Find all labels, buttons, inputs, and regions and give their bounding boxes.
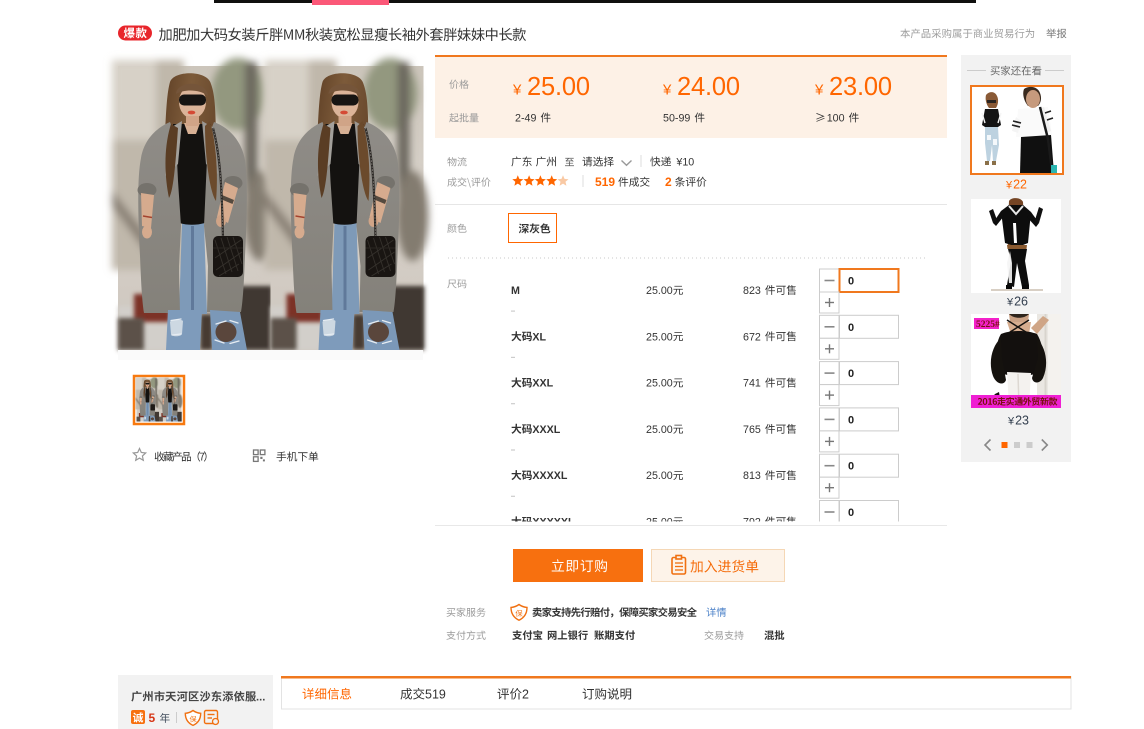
svg-text:741: 741 — [743, 378, 761, 390]
svg-text:2-49: 2-49 — [515, 113, 536, 125]
svg-text:2: 2 — [665, 175, 672, 189]
svg-text:2: 2 — [522, 688, 529, 702]
svg-text:¥: ¥ — [1007, 416, 1015, 428]
svg-text:0: 0 — [848, 368, 854, 380]
svg-text:¥: ¥ — [662, 82, 672, 99]
svg-text:0: 0 — [848, 461, 854, 473]
svg-text:XL: XL — [532, 331, 546, 343]
svg-text:50-99: 50-99 — [663, 113, 690, 125]
svg-text:23: 23 — [1015, 414, 1029, 428]
svg-text:0: 0 — [848, 322, 854, 334]
svg-text:823: 823 — [743, 285, 761, 297]
svg-text:5: 5 — [149, 711, 156, 725]
svg-text:0: 0 — [848, 507, 854, 519]
svg-text:¥: ¥ — [512, 82, 522, 99]
svg-text:¥: ¥ — [1006, 297, 1014, 309]
svg-text:672: 672 — [743, 331, 761, 343]
svg-text:519: 519 — [595, 175, 615, 189]
svg-text:10: 10 — [682, 157, 694, 169]
svg-text:¥: ¥ — [675, 157, 682, 169]
svg-text:100: 100 — [827, 113, 845, 125]
svg-text:25.00: 25.00 — [646, 470, 673, 482]
svg-text:519: 519 — [425, 688, 446, 702]
svg-text:XXXL: XXXL — [532, 424, 560, 436]
svg-text:XXXXL: XXXXL — [532, 470, 568, 482]
svg-text:25.00: 25.00 — [646, 331, 673, 343]
svg-text:0: 0 — [848, 414, 854, 426]
svg-text:25.00: 25.00 — [527, 73, 590, 101]
svg-text:765: 765 — [743, 424, 761, 436]
svg-text:¥: ¥ — [814, 82, 824, 99]
svg-text:25.00: 25.00 — [646, 285, 673, 297]
svg-text:24.00: 24.00 — [677, 73, 740, 101]
svg-text:M: M — [511, 285, 520, 297]
svg-text:...: ... — [256, 692, 265, 704]
svg-text:22: 22 — [1013, 178, 1027, 192]
svg-text:26: 26 — [1014, 295, 1028, 309]
svg-text:23.00: 23.00 — [829, 73, 892, 101]
svg-text:813: 813 — [743, 470, 761, 482]
svg-text:XXL: XXL — [532, 378, 553, 390]
svg-text:25.00: 25.00 — [646, 378, 673, 390]
svg-text:25.00: 25.00 — [646, 424, 673, 436]
svg-text:¥: ¥ — [1005, 180, 1013, 192]
svg-text:0: 0 — [848, 276, 854, 288]
